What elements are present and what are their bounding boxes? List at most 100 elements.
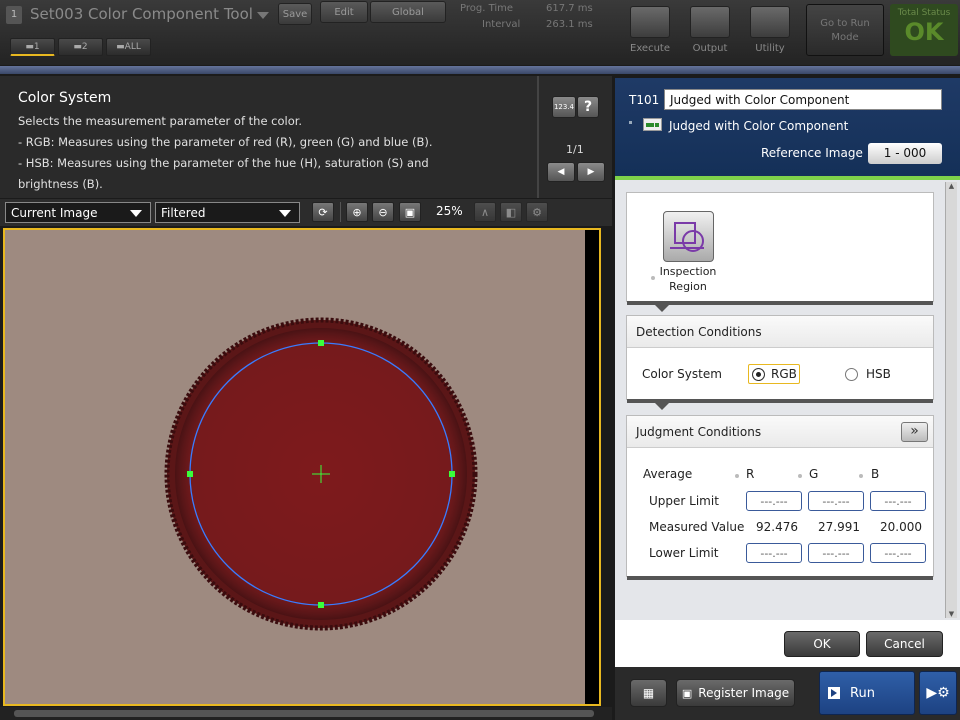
tool-type-label: Judged with Color Component xyxy=(669,119,849,133)
reference-image-button[interactable]: 1 - 000 xyxy=(868,143,942,164)
expand-button[interactable]: » xyxy=(901,422,928,442)
reference-image-label: Reference Image xyxy=(761,146,863,160)
card-shadow xyxy=(627,399,933,403)
camera-icon: ▬ xyxy=(25,41,34,52)
image-vertical-scrollbar[interactable] xyxy=(585,230,599,704)
image-horizontal-scrollbar[interactable] xyxy=(0,707,612,720)
scrollbar-thumb[interactable] xyxy=(14,710,594,717)
settings-panel: Inspection Region Detection Conditions Co… xyxy=(615,180,960,667)
refresh-button[interactable]: ⟳ xyxy=(312,202,334,222)
region-handle-top[interactable] xyxy=(318,340,324,346)
output-icon[interactable] xyxy=(690,6,730,38)
lower-limit-g-input[interactable]: ---.--- xyxy=(808,543,864,563)
dot xyxy=(798,474,802,478)
lower-limit-b-input[interactable]: ---.--- xyxy=(870,543,926,563)
total-status-panel: Total Status OK xyxy=(890,4,958,56)
help-line: - RGB: Measures using the parameter of r… xyxy=(18,135,433,149)
gear-icon: ⚙ xyxy=(532,205,542,219)
edge-view-button[interactable]: ◧ xyxy=(500,202,522,222)
tool-header: T101 Judged with Color Component Judged … xyxy=(615,78,960,176)
global-dropdown[interactable]: Global xyxy=(370,1,446,23)
tool-name-input[interactable]: Judged with Color Component xyxy=(664,89,942,110)
top-bar: 1 Set003 Color Component Tool Save Edit … xyxy=(0,0,960,65)
help-panel: Color System Selects the measurement par… xyxy=(0,76,612,198)
run-settings-icon: ▶⚙ xyxy=(926,685,950,701)
page-next-button[interactable]: ▶ xyxy=(577,162,605,182)
ok-button[interactable]: OK xyxy=(784,631,860,657)
page-prev-button[interactable]: ◀ xyxy=(547,162,575,182)
play-icon xyxy=(828,687,840,699)
help-line: - HSB: Measures using the parameter of t… xyxy=(18,156,429,170)
cancel-button[interactable]: Cancel xyxy=(866,631,943,657)
settings-scrollbar[interactable]: ▲ ▼ xyxy=(945,182,957,618)
zoom-out-button[interactable]: ⊖ xyxy=(372,202,394,222)
lower-limit-r-input[interactable]: ---.--- xyxy=(746,543,802,563)
card-pointer xyxy=(655,403,669,410)
upper-limit-g-input[interactable]: ---.--- xyxy=(808,491,864,511)
region-handle-right[interactable] xyxy=(449,471,455,477)
lower-limit-label: Lower Limit xyxy=(649,546,719,560)
help-line: brightness (B). xyxy=(18,177,103,191)
region-shape-icon xyxy=(670,222,704,252)
save-button[interactable]: Save xyxy=(278,3,312,25)
card-shadow xyxy=(627,301,933,305)
go-to-run-mode-button[interactable]: Go to Run Mode xyxy=(806,4,884,56)
utility-label: Utility xyxy=(755,43,785,54)
region-handle-bottom[interactable] xyxy=(318,602,324,608)
radio-hsb[interactable]: HSB xyxy=(845,367,891,381)
color-system-label: Color System xyxy=(642,367,722,381)
filter-select[interactable]: Filtered xyxy=(155,202,300,223)
divider-bar xyxy=(0,66,960,74)
double-chevron-right-icon: » xyxy=(910,423,919,439)
upper-limit-r-input[interactable]: ---.--- xyxy=(746,491,802,511)
scroll-down-icon[interactable]: ▼ xyxy=(946,610,957,618)
tab-camera-2[interactable]: ▬ 2 xyxy=(58,38,103,56)
channel-g-label: G xyxy=(809,467,819,481)
inspection-region-label: Inspection Region xyxy=(659,265,717,293)
tab-camera-1[interactable]: ▬ 1 xyxy=(10,38,55,56)
average-label: Average xyxy=(643,467,693,481)
filmstrip-button[interactable]: ▦ xyxy=(630,679,667,707)
scroll-up-icon[interactable]: ▲ xyxy=(946,182,957,190)
interval-label: Interval xyxy=(482,19,521,30)
help-title: Color System xyxy=(18,90,112,106)
dot xyxy=(859,474,863,478)
zoom-out-icon: ⊖ xyxy=(378,205,388,219)
image-settings-button[interactable]: ⚙ xyxy=(526,202,548,222)
page-indicator: 1/1 xyxy=(566,143,584,156)
utility-icon[interactable] xyxy=(750,6,790,38)
register-image-button[interactable]: ▣ Register Image xyxy=(676,679,795,707)
bottom-action-bar: ▦ ▣ Register Image Run ▶⚙ xyxy=(615,667,960,720)
toolbar-divider xyxy=(340,202,341,222)
card-pointer xyxy=(655,305,669,312)
execute-icon[interactable] xyxy=(630,6,670,38)
region-handle-left[interactable] xyxy=(187,471,193,477)
run-settings-button[interactable]: ▶⚙ xyxy=(919,671,957,715)
total-status-label: Total Status xyxy=(897,8,951,18)
tool-id: T101 xyxy=(629,93,660,107)
prog-time-label: Prog. Time xyxy=(460,3,514,14)
help-button[interactable]: ? xyxy=(577,96,599,118)
image-source-select[interactable]: Current Image xyxy=(5,202,151,223)
histogram-button[interactable]: ∧ xyxy=(474,202,496,222)
tab-camera-all[interactable]: ▬ ALL xyxy=(106,38,151,56)
edit-dropdown[interactable]: Edit xyxy=(320,1,368,23)
inspection-image[interactable] xyxy=(5,230,585,704)
radio-rgb[interactable]: RGB xyxy=(748,364,800,384)
radio-indicator xyxy=(845,367,858,381)
zoom-in-button[interactable]: ⊕ xyxy=(346,202,368,222)
inspection-region-button[interactable] xyxy=(663,211,714,262)
color-judge-icon xyxy=(643,118,662,131)
detection-conditions-card: Detection Conditions Color System RGB HS… xyxy=(626,315,934,410)
measured-b-value: 20.000 xyxy=(880,520,922,534)
image-viewport[interactable] xyxy=(3,228,601,706)
chevron-down-icon xyxy=(130,210,142,217)
window-title: Set003 Color Component Tool xyxy=(30,5,253,23)
numeric-display-button[interactable]: 123.4 xyxy=(552,96,576,118)
radio-indicator xyxy=(752,367,765,381)
run-button[interactable]: Run xyxy=(819,671,915,715)
title-dropdown-icon[interactable] xyxy=(257,12,269,19)
upper-limit-b-input[interactable]: ---.--- xyxy=(870,491,926,511)
help-line: Selects the measurement parameter of the… xyxy=(18,114,303,128)
fit-to-screen-button[interactable]: ▣ xyxy=(399,202,421,222)
